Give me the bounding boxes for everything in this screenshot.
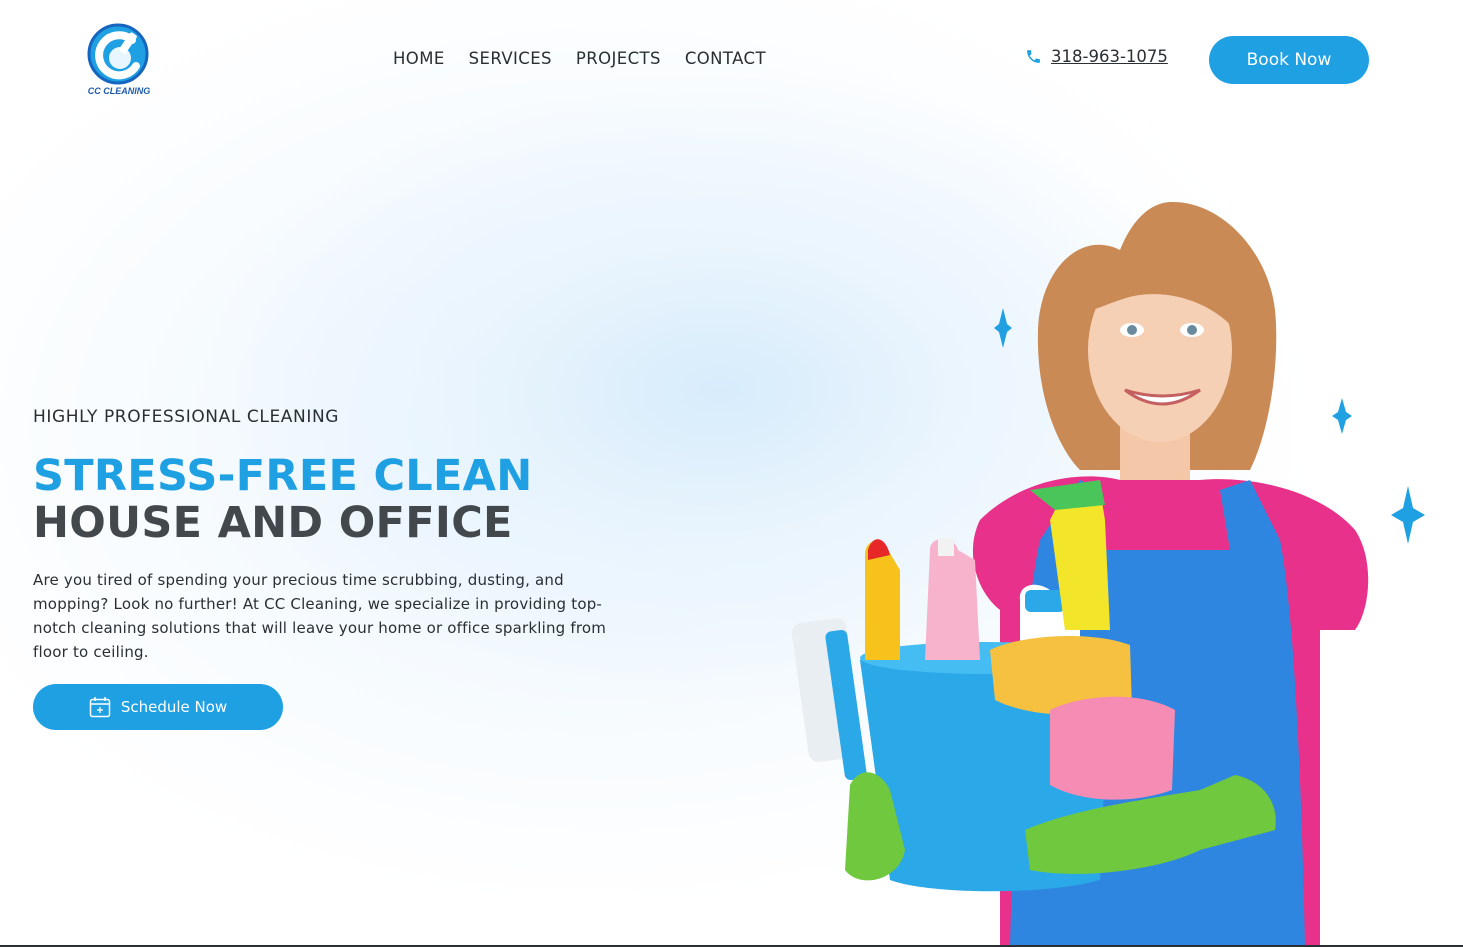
hero-cleaner-image [791,201,1425,947]
schedule-now-label: Schedule Now [120,698,228,716]
phone-icon [1027,50,1040,63]
hero-description: Are you tired of spending your precious … [33,571,607,661]
nav-item-services[interactable]: SERVICES [469,49,552,68]
book-now-button[interactable]: Book Now [1209,36,1369,84]
hero-headline-line2: HOUSE AND OFFICE [33,498,513,548]
schedule-now-button[interactable]: Schedule Now [33,684,283,730]
nav-item-home[interactable]: HOME [393,49,445,68]
brand-logo[interactable]: CC CLEANING [86,22,152,100]
logo-mark-icon [87,23,149,85]
logo-text: CC CLEANING [87,86,151,96]
nav-item-contact[interactable]: CONTACT [685,49,766,68]
hero-headline-line1: STRESS-FREE CLEAN [33,451,533,501]
page: CC CLEANING HOME SERVICES PROJECTS CONTA… [0,0,1463,947]
nav-item-projects[interactable]: PROJECTS [576,49,661,68]
main-nav: HOME SERVICES PROJECTS CONTACT [393,49,766,68]
calendar-plus-icon [89,697,111,718]
phone-link[interactable]: 318-963-1075 [1051,47,1168,66]
hero-eyebrow: HIGHLY PROFESSIONAL CLEANING [33,407,340,427]
header-phone[interactable]: 318-963-1075 [1025,47,1168,66]
